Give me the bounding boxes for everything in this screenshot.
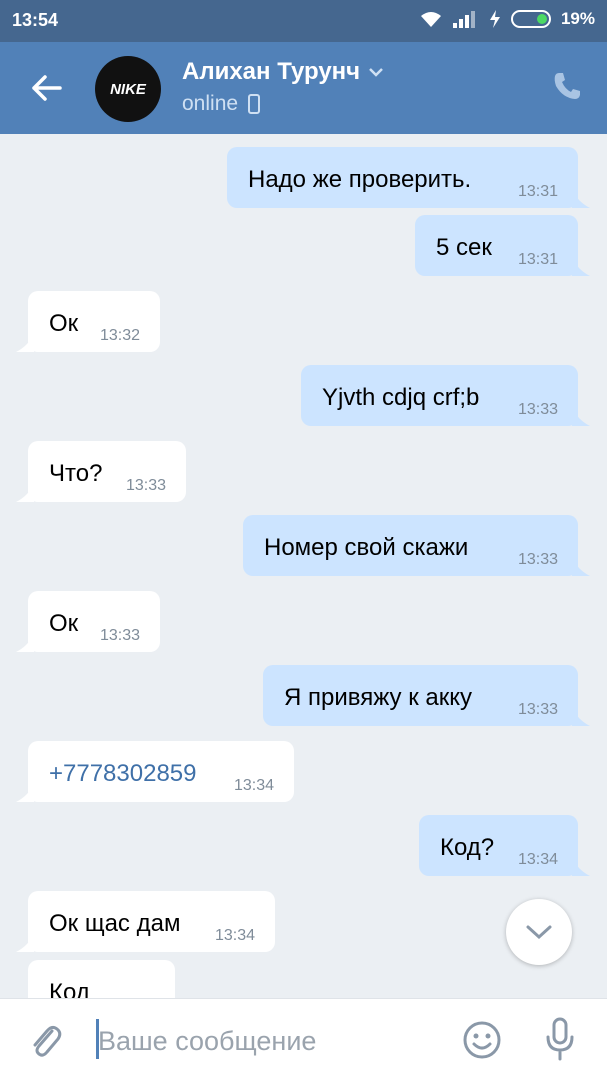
phone-number-link[interactable]: +7778302859 bbox=[49, 762, 197, 786]
message-time: 13:33 bbox=[517, 551, 558, 568]
contact-status-row: online bbox=[182, 92, 261, 116]
message-time: 13:33 bbox=[125, 477, 166, 494]
bubble-tail bbox=[16, 934, 34, 952]
message-time: 13:33 bbox=[99, 627, 140, 644]
status-icons: 19% bbox=[419, 9, 595, 29]
incoming-message[interactable]: Ок 13:33 bbox=[16, 591, 160, 652]
chevron-down-icon bbox=[526, 925, 552, 940]
message-text: Yjvth cdjq crf;b bbox=[322, 384, 480, 411]
message-text: Ок bbox=[49, 610, 79, 637]
status-time: 13:54 bbox=[12, 10, 59, 30]
message-text: Я привяжу к акку bbox=[284, 684, 473, 711]
message-text: Что? bbox=[49, 460, 103, 487]
message-text: Надо же проверить. bbox=[248, 166, 472, 193]
charging-icon bbox=[489, 10, 500, 28]
bubble-tail bbox=[16, 634, 34, 652]
message-text: Код bbox=[49, 979, 90, 999]
avatar-logo: NIKE bbox=[110, 80, 146, 98]
emoji-smile-icon[interactable] bbox=[462, 1020, 502, 1060]
battery-percent: 19% bbox=[560, 9, 595, 28]
contact-name-row[interactable]: Алихан Турунч bbox=[182, 58, 384, 86]
message-time: 13:33 bbox=[517, 701, 558, 718]
incoming-message[interactable]: Ок щас дам 13:34 bbox=[16, 891, 275, 952]
message-time: 13:31 bbox=[517, 183, 558, 200]
status-bar: 13:54 19% bbox=[0, 0, 607, 42]
message-time: 13:33 bbox=[517, 401, 558, 418]
contact-status: online bbox=[182, 92, 239, 115]
message-text: Номер свой скажи bbox=[264, 534, 469, 561]
outgoing-message[interactable]: 5 сек 13:31 bbox=[415, 215, 590, 276]
bubble-tail bbox=[16, 334, 34, 352]
microphone-icon[interactable] bbox=[543, 1017, 577, 1061]
mobile-icon bbox=[248, 94, 261, 114]
signal-icon bbox=[452, 11, 475, 28]
bubble-tail bbox=[572, 858, 590, 876]
incoming-message[interactable]: Код13:34 bbox=[28, 960, 175, 998]
back-arrow-icon[interactable] bbox=[28, 70, 64, 106]
scroll-down-button[interactable] bbox=[506, 899, 572, 965]
bubble-tail bbox=[572, 408, 590, 426]
incoming-message[interactable]: Что? 13:33 bbox=[16, 441, 186, 502]
wifi-icon bbox=[420, 12, 441, 27]
phone-call-icon[interactable] bbox=[551, 70, 583, 102]
bubble-tail bbox=[572, 258, 590, 276]
outgoing-message[interactable]: Yjvth cdjq crf;b 13:33 bbox=[301, 365, 590, 426]
message-time: 13:34 bbox=[214, 927, 255, 944]
message-input[interactable] bbox=[98, 1023, 448, 1059]
bubble-tail bbox=[16, 484, 34, 502]
message-time: 13:31 bbox=[517, 251, 558, 268]
message-text: Ок щас дам bbox=[49, 910, 181, 937]
outgoing-message[interactable]: Код? 13:34 bbox=[419, 815, 590, 876]
message-text: Ок bbox=[49, 310, 79, 337]
chat-header: NIKE Алихан Турунч online bbox=[0, 42, 607, 134]
outgoing-message[interactable]: Я привяжу к акку 13:33 bbox=[263, 665, 590, 726]
outgoing-message[interactable]: Номер свой скажи 13:33 bbox=[243, 515, 590, 576]
bubble-tail bbox=[572, 190, 590, 208]
battery-icon bbox=[510, 10, 551, 28]
bubble-tail bbox=[16, 784, 34, 802]
message-time: 13:32 bbox=[99, 327, 140, 344]
composer-bar bbox=[0, 998, 607, 1080]
chevron-down-icon bbox=[369, 68, 383, 77]
message-time: 13:34 bbox=[517, 851, 558, 868]
attach-paperclip-icon[interactable] bbox=[28, 1021, 64, 1061]
bubble-tail bbox=[572, 708, 590, 726]
avatar[interactable]: NIKE bbox=[95, 56, 161, 122]
message-list[interactable]: Надо же проверить. 13:31 5 сек 13:31 Ок 13:32… bbox=[0, 134, 607, 998]
message-text: 5 сек bbox=[436, 234, 492, 261]
incoming-message[interactable]: +7778302859 13:34 bbox=[16, 741, 294, 802]
message-time: 13:34 bbox=[233, 777, 274, 794]
bubble-tail bbox=[572, 558, 590, 576]
outgoing-message[interactable]: Надо же проверить. 13:31 bbox=[227, 147, 590, 208]
message-text: Код? bbox=[440, 834, 495, 861]
contact-name: Алихан Турунч bbox=[182, 58, 361, 85]
incoming-message[interactable]: Ок 13:32 bbox=[16, 291, 160, 352]
